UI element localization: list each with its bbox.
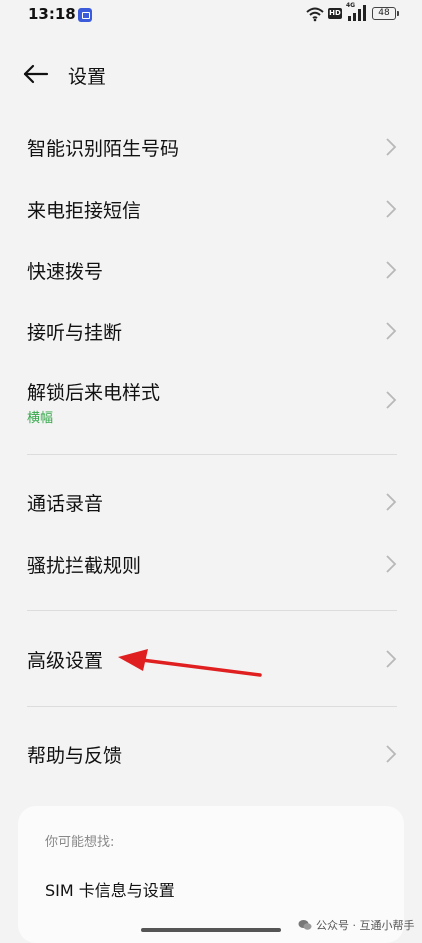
hd-badge: HD [328,8,342,19]
app-notification-icon [78,8,92,22]
suggestion-title: 你可能想找: [45,835,115,850]
setting-label: 智能识别陌生号码 [27,138,180,160]
chevron-right-icon [386,200,397,218]
back-arrow-icon[interactable] [22,62,50,86]
phone-screen: 13:18 HD 4G 48 设置 智能识别陌生号码 来电拒接短信 快速拨号 接… [0,0,422,943]
chevron-right-icon [386,391,397,409]
setting-row-reject-sms[interactable]: 来电拒接短信 [0,180,422,238]
setting-row-call-recording[interactable]: 通话录音 [0,473,422,531]
chevron-right-icon [386,650,397,668]
page-title: 设置 [68,66,107,88]
setting-row-spam-block-rules[interactable]: 骚扰拦截规则 [0,535,422,593]
setting-label: 解锁后来电样式 [27,382,161,404]
watermark-text: 公众号 · 互通小帮手 [316,919,415,932]
chevron-right-icon [386,555,397,573]
battery-indicator: 48 [372,7,399,20]
setting-label: 通话录音 [27,493,104,515]
setting-label: 帮助与反馈 [27,745,123,767]
setting-label: 高级设置 [27,650,104,672]
status-bar: 13:18 HD 4G 48 [0,0,422,32]
chevron-right-icon [386,322,397,340]
setting-label: 来电拒接短信 [27,200,142,222]
section-divider [27,610,397,611]
setting-label: 骚扰拦截规则 [27,555,142,577]
chevron-right-icon [386,745,397,763]
chevron-right-icon [386,261,397,279]
suggestion-item-sim-settings[interactable]: SIM 卡信息与设置 [45,877,175,901]
home-indicator[interactable] [141,928,281,932]
setting-row-unlocked-call-style[interactable]: 解锁后来电样式 横幅 [0,366,422,438]
setting-row-answer-hangup[interactable]: 接听与挂断 [0,302,422,360]
wechat-icon [298,920,312,930]
wifi-icon [306,7,324,22]
setting-row-help-feedback[interactable]: 帮助与反馈 [0,725,422,783]
signal-strength-icon [348,5,366,21]
section-divider [27,454,397,455]
chevron-right-icon [386,138,397,156]
red-annotation-arrow-icon [118,649,262,677]
page-header: 设置 [0,50,422,100]
setting-row-speed-dial[interactable]: 快速拨号 [0,241,422,299]
chevron-right-icon [386,493,397,511]
status-time: 13:18 [28,5,76,23]
section-divider [27,706,397,707]
setting-label: 接听与挂断 [27,322,123,344]
setting-row-smart-caller-id[interactable]: 智能识别陌生号码 [0,118,422,176]
setting-label: 快速拨号 [27,261,104,283]
setting-value: 横幅 [27,411,54,426]
watermark: 公众号 · 互通小帮手 [298,917,415,933]
